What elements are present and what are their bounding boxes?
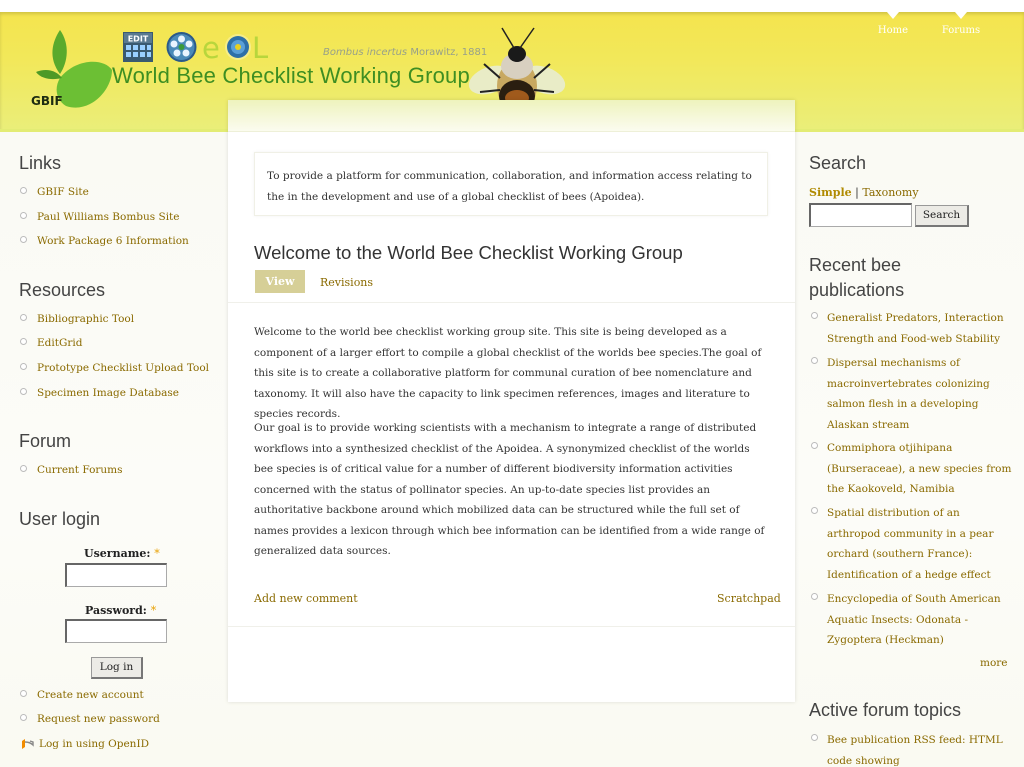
list-bullet-icon [20,465,27,472]
body-paragraph: Our goal is to provide working scientist… [254,422,765,557]
search-mode-selector: Simple | Taxonomy [809,186,919,199]
mission-statement: To provide a platform for communication,… [254,152,768,216]
edit-logo[interactable]: EDIT [123,32,153,62]
forum-topic-link[interactable]: Bee publication RSS feed: HTML code show… [827,730,1012,767]
request-password-link[interactable]: Request new password [37,713,160,725]
link-work-package-6[interactable]: Work Package 6 Information [37,235,189,247]
list-bullet-icon [20,338,27,345]
nav-forums-label: Forums [941,25,981,36]
list-bullet-icon [20,690,27,697]
publication-link[interactable]: Commiphora otjihipana (Burseraceae), a n… [827,438,1012,500]
search-block-title: Search [809,153,867,173]
search-button[interactable]: Search [915,205,969,227]
forum-topics-block-title: Active forum topics [809,700,962,720]
svg-text:L: L [252,31,268,63]
links-divider [228,626,795,627]
search-input[interactable] [809,203,912,227]
list-bullet-icon [811,312,818,319]
tab-revisions[interactable]: Revisions [320,276,373,289]
list-bullet-icon [811,507,818,514]
username-field[interactable] [65,563,167,587]
forum-block-title: Forum [19,431,72,451]
link-gbif-site[interactable]: GBIF Site [37,186,89,198]
required-marker: * [150,604,157,617]
scratchpad-link[interactable]: Scratchpad [717,592,781,605]
svg-text:e: e [202,31,220,63]
list-bullet-icon [20,363,27,370]
publications-title-line1: Recent bee [809,255,902,275]
add-comment-link[interactable]: Add new comment [254,592,358,605]
create-account-link[interactable]: Create new account [37,689,144,701]
required-marker: * [154,547,160,560]
list-bullet-icon [20,236,27,243]
list-bullet-icon [811,442,818,449]
links-block-title: Links [19,153,62,173]
list-bullet-icon [20,314,27,321]
link-paul-williams-bombus[interactable]: Paul Williams Bombus Site [37,211,179,223]
link-checklist-upload-tool[interactable]: Prototype Checklist Upload Tool [37,362,209,374]
list-bullet-icon [20,714,27,721]
user-login-block-title: User login [19,509,101,529]
link-specimen-image-database[interactable]: Specimen Image Database [37,387,179,399]
resources-block-title: Resources [19,280,106,300]
tab-view[interactable]: View [255,270,305,293]
nav-home-link[interactable]: Home [874,12,912,42]
publication-link[interactable]: Encyclopedia of South American Aquatic I… [827,589,1012,651]
search-mode-taxonomy[interactable]: Taxonomy [862,186,918,199]
link-current-forums[interactable]: Current Forums [37,464,123,476]
list-bullet-icon [20,388,27,395]
openid-login-link[interactable]: Log in using OpenID [39,738,149,750]
publications-title-line2: publications [809,280,905,300]
nav-forums-link[interactable]: Forums [941,12,981,42]
more-publications-link[interactable]: more [980,657,1008,669]
tabs-divider [228,302,795,303]
body-paragraph: Welcome to the world bee checklist worki… [254,326,762,420]
search-mode-separator: | [851,186,863,199]
flower-logo[interactable] [165,31,198,63]
username-label: Username: * [84,547,160,560]
list-bullet-icon [20,212,27,219]
login-button[interactable]: Log in [91,657,143,679]
openid-icon [22,739,34,749]
publication-link[interactable]: Spatial distribution of an arthropod com… [827,503,1012,585]
main-content: To provide a platform for communication,… [228,100,795,702]
username-label-text: Username: [84,547,151,560]
species-caption: Bombus incertus Morawitz, 1881 [323,47,487,58]
list-bullet-icon [811,593,818,600]
publication-link[interactable]: Dispersal mechanisms of macroinvertebrat… [827,353,1012,435]
password-label: Password: * [85,604,156,617]
publication-link[interactable]: Generalist Predators, Interaction Streng… [827,308,1012,349]
list-bullet-icon [20,187,27,194]
page-title: Welcome to the World Bee Checklist Worki… [254,242,683,263]
publications-block-title: Recent bee publications [809,253,904,303]
gbif-wordmark: GBIF [31,94,63,108]
svg-text:EDIT: EDIT [128,35,149,44]
nav-indicator-icon [955,12,967,19]
list-bullet-icon [811,357,818,364]
species-binomial: Bombus incertus [323,47,408,58]
link-bibliographic-tool[interactable]: Bibliographic Tool [37,313,134,325]
password-field[interactable] [65,619,167,643]
content-top-band [228,100,795,132]
link-editgrid[interactable]: EditGrid [37,337,82,349]
list-bullet-icon [811,734,818,741]
site-title[interactable]: World Bee Checklist Working Group [112,63,470,89]
search-mode-simple[interactable]: Simple [809,186,852,199]
nav-home-label: Home [877,25,909,36]
password-label-text: Password: [85,604,147,617]
eol-logo[interactable]: e L [202,31,268,63]
nav-indicator-icon [887,12,899,19]
